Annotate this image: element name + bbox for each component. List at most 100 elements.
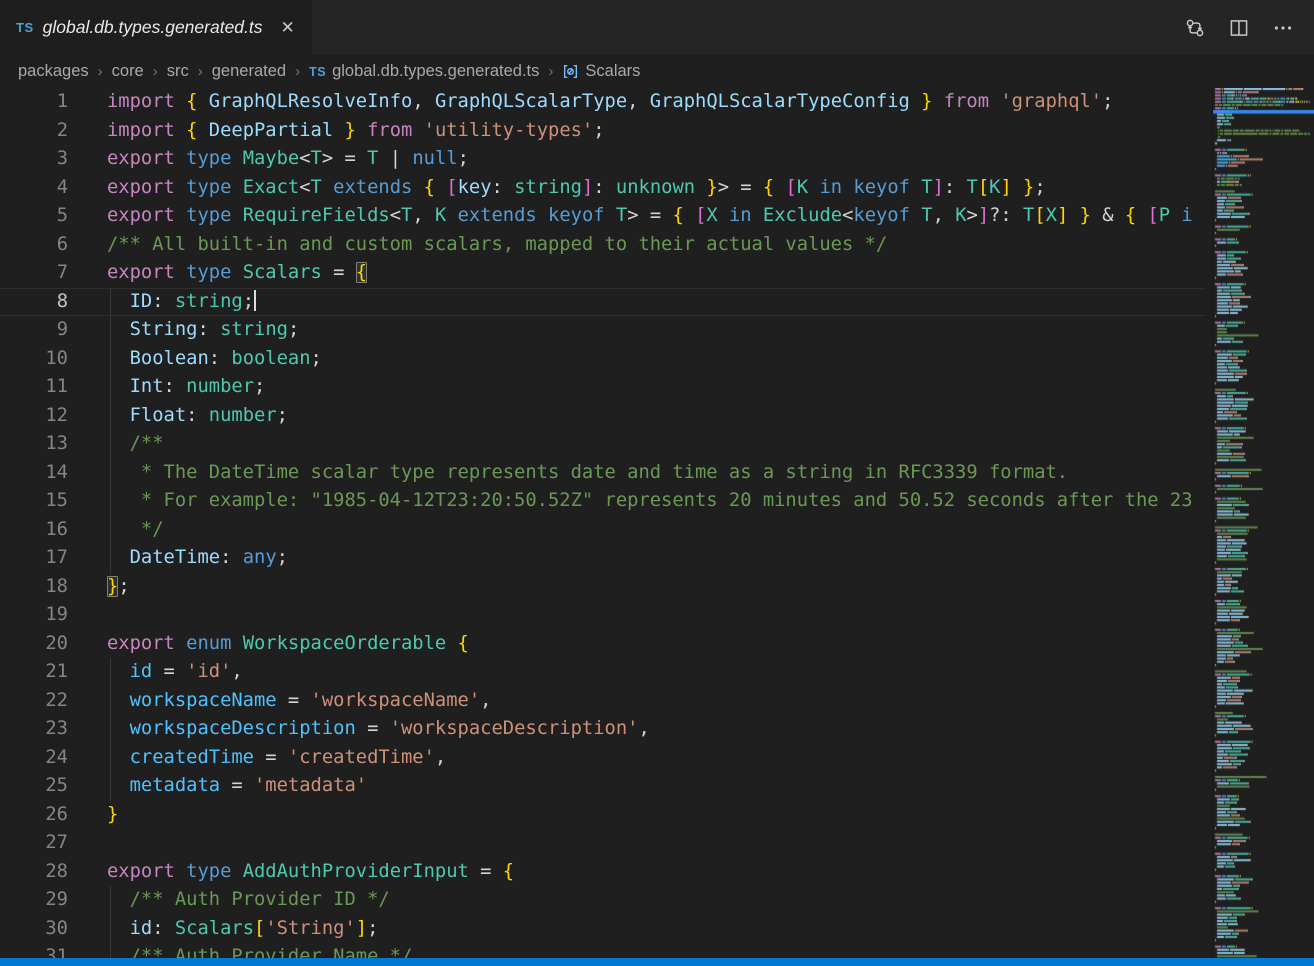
code-line-21[interactable]: 21 id = 'id', [0, 658, 1206, 687]
code-line-28[interactable]: 28export type AddAuthProviderInput = { [0, 858, 1206, 887]
code-line-4[interactable]: 4export type Exact<T extends { [key: str… [0, 174, 1206, 203]
code-line-26[interactable]: 26} [0, 801, 1206, 830]
code-text: /** Auth Provider ID */ [68, 886, 390, 915]
line-number: 15 [0, 487, 68, 516]
split-editor-icon[interactable] [1224, 13, 1254, 43]
code-text: /** Auth Provider Name */ [68, 943, 412, 958]
ts-file-icon: TS [16, 20, 34, 35]
line-number: 1 [0, 88, 68, 117]
code-line-8[interactable]: 8 ID: string; [0, 288, 1206, 317]
code-line-25[interactable]: 25 metadata = 'metadata' [0, 772, 1206, 801]
line-number: 11 [0, 373, 68, 402]
line-number: 18 [0, 573, 68, 602]
code-line-18[interactable]: 18}; [0, 573, 1206, 602]
code-line-24[interactable]: 24 createdTime = 'createdTime', [0, 744, 1206, 773]
code-line-1[interactable]: 1import { GraphQLResolveInfo, GraphQLSca… [0, 88, 1206, 117]
code-line-23[interactable]: 23 workspaceDescription = 'workspaceDesc… [0, 715, 1206, 744]
breadcrumb-separator: › [198, 63, 203, 80]
code-text: Float: number; [68, 402, 288, 431]
breadcrumb-label: src [167, 62, 189, 81]
more-actions-icon[interactable] [1268, 13, 1298, 43]
breadcrumb-item-generated[interactable]: generated [212, 62, 286, 81]
line-number: 20 [0, 630, 68, 659]
indent-guide [110, 687, 111, 716]
code-text: ID: string; [68, 288, 256, 317]
line-number: 24 [0, 744, 68, 773]
indent-guide [110, 373, 111, 402]
code-text: /** [68, 430, 164, 459]
breadcrumb-label: generated [212, 62, 286, 81]
tab-global-db-types[interactable]: TS global.db.types.generated.ts ✕ [0, 0, 312, 55]
code-text: export type Maybe<T> = T | null; [68, 145, 469, 174]
line-number: 17 [0, 544, 68, 573]
line-number: 25 [0, 772, 68, 801]
close-icon[interactable]: ✕ [277, 17, 299, 38]
line-number: 6 [0, 231, 68, 260]
breadcrumb-separator: › [98, 63, 103, 80]
breadcrumb-item-core[interactable]: core [112, 62, 144, 81]
code-text [68, 829, 107, 858]
code-line-15[interactable]: 15 * For example: "1985-04-12T23:20:50.5… [0, 487, 1206, 516]
code-line-5[interactable]: 5export type RequireFields<T, K extends … [0, 202, 1206, 231]
code-line-3[interactable]: 3export type Maybe<T> = T | null; [0, 145, 1206, 174]
line-number: 13 [0, 430, 68, 459]
code-line-6[interactable]: 6/** All built-in and custom scalars, ma… [0, 231, 1206, 260]
breadcrumb-item-src[interactable]: src [167, 62, 189, 81]
line-number: 14 [0, 459, 68, 488]
code-line-17[interactable]: 17 DateTime: any; [0, 544, 1206, 573]
ts-file-icon: TS [309, 65, 326, 79]
indent-guide [110, 288, 111, 317]
line-number: 3 [0, 145, 68, 174]
code-editor[interactable]: 1import { GraphQLResolveInfo, GraphQLSca… [0, 88, 1206, 958]
code-line-10[interactable]: 10 Boolean: boolean; [0, 345, 1206, 374]
minimap[interactable] [1212, 88, 1314, 958]
line-number: 10 [0, 345, 68, 374]
code-text: Boolean: boolean; [68, 345, 322, 374]
code-line-31[interactable]: 31 /** Auth Provider Name */ [0, 943, 1206, 958]
open-changes-icon[interactable] [1180, 13, 1210, 43]
code-line-27[interactable]: 27 [0, 829, 1206, 858]
code-line-7[interactable]: 7export type Scalars = { [0, 259, 1206, 288]
code-line-14[interactable]: 14 * The DateTime scalar type represents… [0, 459, 1206, 488]
line-number: 22 [0, 687, 68, 716]
line-number: 7 [0, 259, 68, 288]
breadcrumb-item-packages[interactable]: packages [18, 62, 89, 81]
line-number: 19 [0, 601, 68, 630]
code-text: * The DateTime scalar type represents da… [68, 459, 1068, 488]
indent-guide [110, 345, 111, 374]
code-line-19[interactable]: 19 [0, 601, 1206, 630]
line-number: 27 [0, 829, 68, 858]
code-line-13[interactable]: 13 /** [0, 430, 1206, 459]
code-line-22[interactable]: 22 workspaceName = 'workspaceName', [0, 687, 1206, 716]
code-text: import { DeepPartial } from 'utility-typ… [68, 117, 605, 146]
code-line-12[interactable]: 12 Float: number; [0, 402, 1206, 431]
code-line-11[interactable]: 11 Int: number; [0, 373, 1206, 402]
symbol-type-icon [562, 63, 579, 80]
code-line-20[interactable]: 20export enum WorkspaceOrderable { [0, 630, 1206, 659]
code-line-29[interactable]: 29 /** Auth Provider ID */ [0, 886, 1206, 915]
breadcrumb-item-global-db-types-generated-ts[interactable]: TSglobal.db.types.generated.ts [309, 62, 539, 81]
breadcrumb-separator: › [295, 63, 300, 80]
line-number: 21 [0, 658, 68, 687]
code-text: String: string; [68, 316, 299, 345]
code-line-16[interactable]: 16 */ [0, 516, 1206, 545]
code-line-30[interactable]: 30 id: Scalars['String']; [0, 915, 1206, 944]
code-text: export type Scalars = { [68, 259, 367, 288]
code-text: id = 'id', [68, 658, 243, 687]
code-line-2[interactable]: 2import { DeepPartial } from 'utility-ty… [0, 117, 1206, 146]
editor-actions [1180, 0, 1314, 55]
code-text: * For example: "1985-04-12T23:20:50.52Z"… [68, 487, 1193, 516]
line-number: 31 [0, 943, 68, 958]
breadcrumb-item-scalars[interactable]: Scalars [562, 62, 640, 81]
status-bar [0, 958, 1314, 966]
indent-guide [110, 772, 111, 801]
bracket-match: { [356, 262, 367, 283]
code-text: }; [68, 573, 130, 602]
line-number: 23 [0, 715, 68, 744]
line-number: 26 [0, 801, 68, 830]
indent-guide [110, 886, 111, 915]
line-number: 12 [0, 402, 68, 431]
indent-guide [110, 658, 111, 687]
code-line-9[interactable]: 9 String: string; [0, 316, 1206, 345]
indent-guide [110, 715, 111, 744]
